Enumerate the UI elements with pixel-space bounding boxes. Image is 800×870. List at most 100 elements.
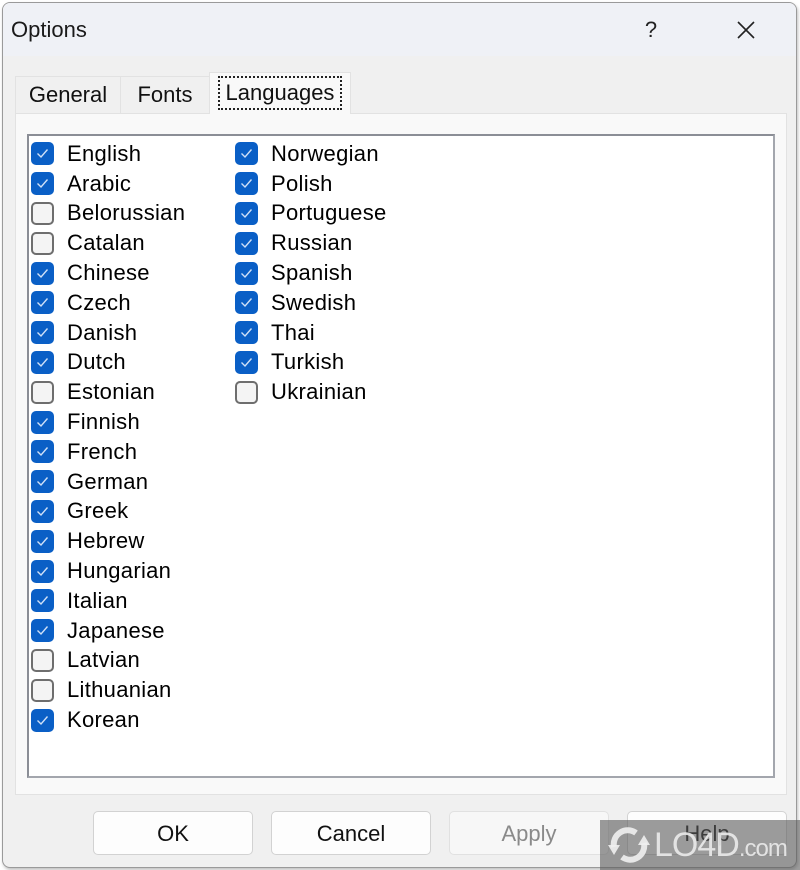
language-item-catalan[interactable]: Catalan (31, 228, 185, 258)
checkmark-icon (241, 328, 253, 338)
checkmark-icon (37, 536, 49, 546)
checkbox-norwegian[interactable] (235, 142, 258, 166)
language-item-estonian[interactable]: Estonian (31, 377, 185, 407)
language-label: Hebrew (67, 528, 145, 554)
language-label: Russian (271, 230, 353, 256)
checkbox-french[interactable] (31, 440, 54, 464)
language-item-italian[interactable]: Italian (31, 586, 185, 616)
language-item-norwegian[interactable]: Norwegian (235, 139, 387, 169)
checkbox-latvian[interactable] (31, 648, 54, 672)
language-label: Chinese (67, 260, 150, 286)
checkbox-korean[interactable] (31, 708, 54, 732)
language-item-turkish[interactable]: Turkish (235, 348, 387, 378)
checkmark-icon (241, 209, 253, 219)
checkmark-icon (37, 596, 49, 606)
language-item-lithuanian[interactable]: Lithuanian (31, 675, 185, 705)
language-item-hebrew[interactable]: Hebrew (31, 526, 185, 556)
options-dialog: Options ? General Fonts Languages Englis… (2, 2, 797, 868)
watermark-text: LO4D.com (654, 826, 788, 865)
checkbox-spanish[interactable] (235, 261, 258, 285)
watermark-suffix: .com (738, 834, 788, 862)
checkbox-italian[interactable] (31, 589, 54, 613)
apply-button[interactable]: Apply (449, 811, 609, 855)
language-item-polish[interactable]: Polish (235, 169, 387, 199)
checkbox-russian[interactable] (235, 231, 258, 255)
ok-button[interactable]: OK (93, 811, 253, 855)
close-button[interactable] (723, 7, 769, 53)
language-item-dutch[interactable]: Dutch (31, 348, 185, 378)
language-item-japanese[interactable]: Japanese (31, 616, 185, 646)
checkbox-swedish[interactable] (235, 291, 258, 315)
language-item-portuguese[interactable]: Portuguese (235, 199, 387, 229)
language-label: Greek (67, 498, 129, 524)
checkbox-belorussian[interactable] (31, 201, 54, 225)
language-label: German (67, 468, 149, 494)
language-item-danish[interactable]: Danish (31, 318, 185, 348)
language-label: Thai (271, 319, 315, 345)
cancel-button[interactable]: Cancel (271, 811, 431, 855)
language-item-ukrainian[interactable]: Ukrainian (235, 377, 387, 407)
checkbox-ukrainian[interactable] (235, 380, 258, 404)
language-item-finnish[interactable]: Finnish (31, 407, 185, 437)
checkbox-german[interactable] (31, 470, 54, 494)
language-label: Latvian (67, 647, 141, 673)
language-item-russian[interactable]: Russian (235, 228, 387, 258)
checkbox-chinese[interactable] (31, 261, 54, 285)
language-item-german[interactable]: German (31, 467, 185, 497)
tab-fonts[interactable]: Fonts (120, 76, 210, 113)
language-label: Polish (271, 170, 333, 196)
tab-general[interactable]: General (15, 76, 121, 113)
checkbox-turkish[interactable] (235, 350, 258, 374)
checkbox-japanese[interactable] (31, 619, 54, 643)
checkbox-estonian[interactable] (31, 380, 54, 404)
language-item-spanish[interactable]: Spanish (235, 258, 387, 288)
tab-languages[interactable]: Languages (209, 72, 351, 114)
checkbox-thai[interactable] (235, 321, 258, 345)
help-title-button[interactable]: ? (628, 7, 674, 53)
language-item-hungarian[interactable]: Hungarian (31, 556, 185, 586)
language-item-thai[interactable]: Thai (235, 318, 387, 348)
checkmark-icon (37, 477, 49, 487)
languages-panel: English Arabic Belorussian Catalan Chinese Cz… (15, 113, 787, 795)
checkbox-catalan[interactable] (31, 231, 54, 255)
lo4d-logo-icon (608, 827, 650, 863)
checkbox-hungarian[interactable] (31, 559, 54, 583)
language-item-korean[interactable]: Korean (31, 705, 185, 735)
languages-column-right: Norwegian Polish Portuguese Russian Spanish S… (235, 139, 387, 407)
language-label: Danish (67, 319, 138, 345)
checkbox-lithuanian[interactable] (31, 678, 54, 702)
checkbox-dutch[interactable] (31, 350, 54, 374)
checkmark-icon (241, 268, 253, 278)
checkbox-danish[interactable] (31, 321, 54, 345)
checkbox-czech[interactable] (31, 291, 54, 315)
language-item-greek[interactable]: Greek (31, 497, 185, 527)
language-item-czech[interactable]: Czech (31, 288, 185, 318)
languages-checklist[interactable]: English Arabic Belorussian Catalan Chinese Cz… (27, 134, 775, 778)
close-icon (737, 21, 755, 39)
checkmark-icon (37, 715, 49, 725)
language-label: Estonian (67, 379, 156, 405)
language-item-latvian[interactable]: Latvian (31, 646, 185, 676)
language-item-belorussian[interactable]: Belorussian (31, 199, 185, 229)
checkmark-icon (37, 298, 49, 308)
checkbox-polish[interactable] (235, 172, 258, 196)
tab-fonts-label: Fonts (137, 82, 193, 107)
checkbox-hebrew[interactable] (31, 529, 54, 553)
checkmark-icon (37, 417, 49, 427)
checkbox-portuguese[interactable] (235, 201, 258, 225)
checkbox-english[interactable] (31, 142, 54, 166)
checkbox-arabic[interactable] (31, 172, 54, 196)
checkbox-finnish[interactable] (31, 410, 54, 434)
language-item-chinese[interactable]: Chinese (31, 258, 185, 288)
checkmark-icon (37, 328, 49, 338)
checkbox-greek[interactable] (31, 499, 54, 523)
language-item-arabic[interactable]: Arabic (31, 169, 185, 199)
checkmark-icon (37, 506, 49, 516)
language-item-swedish[interactable]: Swedish (235, 288, 387, 318)
languages-column-left: English Arabic Belorussian Catalan Chinese Cz… (31, 139, 185, 735)
language-item-french[interactable]: French (31, 437, 185, 467)
language-item-english[interactable]: English (31, 139, 185, 169)
language-label: Portuguese (271, 200, 387, 226)
language-label: Belorussian (67, 200, 186, 226)
language-label: Japanese (67, 617, 165, 643)
